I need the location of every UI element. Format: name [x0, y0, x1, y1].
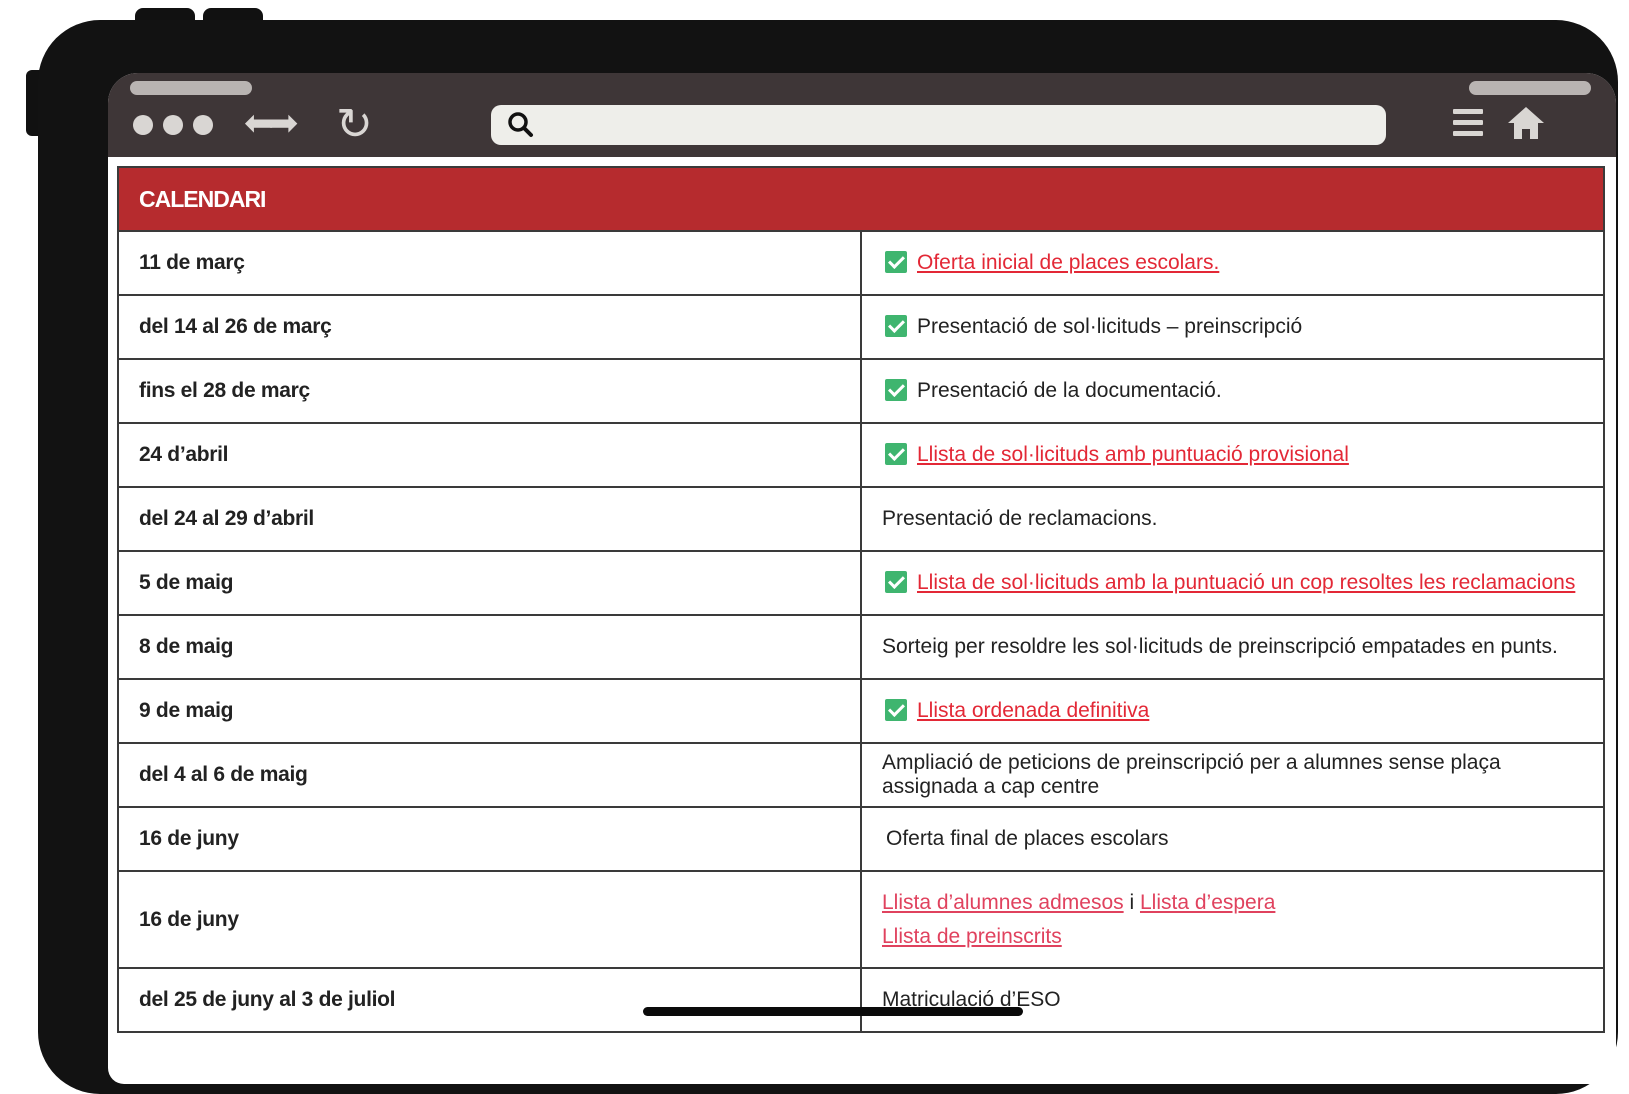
row-date: 9 de maig — [117, 678, 862, 744]
checkbox-checked-icon — [885, 379, 907, 401]
checkbox-checked-icon — [885, 699, 907, 721]
row-event: Ampliació de peticions de preinscripció … — [860, 742, 1605, 808]
window-dot-icon[interactable] — [163, 115, 183, 135]
row-event: Presentació de la documentació. — [860, 358, 1605, 424]
row-event: Presentació de reclamacions. — [860, 486, 1605, 552]
row-event: Oferta inicial de places escolars. — [860, 230, 1605, 296]
connector-text: i — [1129, 890, 1135, 914]
row-event: Llista ordenada definitiva — [860, 678, 1605, 744]
table-row: 5 de maig Llista de sol·licituds amb la … — [117, 550, 1605, 616]
espera-link[interactable]: Llista d’espera — [1140, 891, 1275, 914]
row-event: Oferta final de places escolars — [860, 806, 1605, 872]
row-event: Llista d’alumnes admesos i Llista d’espe… — [860, 870, 1605, 969]
reload-icon[interactable]: ↻ — [336, 99, 373, 150]
table-row: 16 de juny Oferta final de places escola… — [117, 806, 1605, 872]
row-event: Presentació de sol·licituds – preinscrip… — [860, 294, 1605, 360]
table-row: del 24 al 29 d’abril Presentació de recl… — [117, 486, 1605, 552]
checkbox-checked-icon — [885, 315, 907, 337]
menu-icon[interactable] — [1453, 109, 1483, 142]
search-input[interactable] — [547, 111, 1371, 141]
table-row: 11 de març Oferta inicial de places esco… — [117, 230, 1605, 296]
row-date: del 4 al 6 de maig — [117, 742, 862, 808]
table-row: 8 de maig Sorteig per resoldre les sol·l… — [117, 614, 1605, 680]
row-date: fins el 28 de març — [117, 358, 862, 424]
tablet-frame: ⬅➡ ↻ CALENDARI 11 de març Oferta inicial… — [38, 20, 1618, 1094]
event-link[interactable]: Oferta inicial de places escolars. — [917, 251, 1219, 274]
row-event: Matriculació d’ESO — [860, 967, 1605, 1033]
table-row: fins el 28 de març Presentació de la doc… — [117, 358, 1605, 424]
event-text: Presentació de sol·licituds – preinscrip… — [917, 315, 1303, 338]
event-text: Oferta final de places escolars — [886, 827, 1169, 850]
back-forward-arrows-icon[interactable]: ⬅➡ — [244, 103, 298, 144]
event-link[interactable]: Llista de sol·licituds amb la puntuació … — [917, 571, 1575, 594]
table-row: del 14 al 26 de març Presentació de sol·… — [117, 294, 1605, 360]
toolbar-tab-pill — [130, 81, 252, 95]
window-dot-icon[interactable] — [193, 115, 213, 135]
address-bar[interactable] — [491, 105, 1386, 145]
browser-screen: ⬅➡ ↻ CALENDARI 11 de març Oferta inicial… — [108, 73, 1616, 1084]
row-date: 5 de maig — [117, 550, 862, 616]
admesos-link[interactable]: Llista d’alumnes admesos — [882, 891, 1124, 914]
window-dot-icon[interactable] — [133, 115, 153, 135]
row-date: 16 de juny — [117, 806, 862, 872]
preinscrits-link[interactable]: Llista de preinscrits — [882, 925, 1062, 948]
checkbox-checked-icon — [885, 251, 907, 273]
row-date: 11 de març — [117, 230, 862, 296]
row-date: 8 de maig — [117, 614, 862, 680]
checkbox-checked-icon — [885, 571, 907, 593]
event-link[interactable]: Llista ordenada definitiva — [917, 699, 1149, 722]
row-event: Llista de sol·licituds amb puntuació pro… — [860, 422, 1605, 488]
browser-toolbar: ⬅➡ ↻ — [108, 73, 1616, 157]
event-text: Presentació de la documentació. — [917, 379, 1222, 402]
table-row: 24 d’abril Llista de sol·licituds amb pu… — [117, 422, 1605, 488]
calendar-table: CALENDARI 11 de març Oferta inicial de p… — [117, 166, 1605, 1033]
home-indicator-bar[interactable] — [643, 1007, 1023, 1016]
row-date: 16 de juny — [117, 870, 862, 969]
row-date: 24 d’abril — [117, 422, 862, 488]
checkbox-checked-icon — [885, 443, 907, 465]
home-icon[interactable] — [1506, 105, 1546, 141]
event-link[interactable]: Llista de sol·licituds amb puntuació pro… — [917, 443, 1349, 466]
table-row: 16 de juny Llista d’alumnes admesos i Ll… — [117, 870, 1605, 969]
row-date: del 24 al 29 d’abril — [117, 486, 862, 552]
search-icon — [508, 112, 533, 137]
toolbar-tab-pill — [1469, 81, 1591, 95]
row-date: del 25 de juny al 3 de juliol — [117, 967, 862, 1033]
row-event: Sorteig per resoldre les sol·licituds de… — [860, 614, 1605, 680]
table-row: 9 de maig Llista ordenada definitiva — [117, 678, 1605, 744]
row-date: del 14 al 26 de març — [117, 294, 862, 360]
row-event: Llista de sol·licituds amb la puntuació … — [860, 550, 1605, 616]
table-row: del 25 de juny al 3 de juliol Matriculac… — [117, 967, 1605, 1033]
table-row: del 4 al 6 de maig Ampliació de peticion… — [117, 742, 1605, 808]
calendar-title: CALENDARI — [117, 166, 1605, 232]
